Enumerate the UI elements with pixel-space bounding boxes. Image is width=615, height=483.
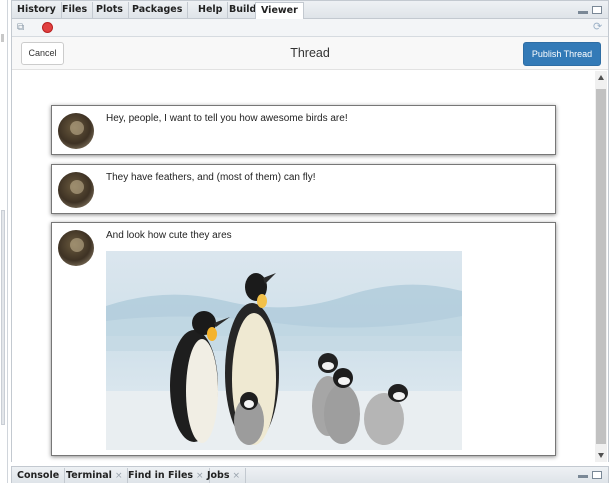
viewer-pane: History Files Plots Packages Help Build …: [11, 0, 609, 462]
maximize-icon[interactable]: [592, 471, 602, 479]
tab-history[interactable]: History: [12, 2, 62, 19]
console-tabbar: Console Terminal × Find in Files × Jobs ×: [11, 466, 609, 483]
scroll-up-icon[interactable]: [598, 75, 604, 80]
post-text[interactable]: Hey, people, I want to tell you how awes…: [106, 113, 348, 124]
tab-label: Terminal: [66, 470, 112, 481]
left-pane-marker: [1, 34, 4, 42]
tab-label: Jobs: [207, 470, 230, 481]
avatar: [58, 113, 94, 149]
tab-label: Console: [17, 470, 60, 481]
maximize-icon[interactable]: [592, 6, 602, 14]
left-pane-scrollbar[interactable]: [1, 210, 5, 425]
page-title: Thread: [290, 46, 330, 60]
tab-packages[interactable]: Packages: [127, 2, 189, 19]
viewer-scrollbar[interactable]: [595, 71, 607, 462]
tab-console[interactable]: Console: [12, 468, 66, 483]
minimize-icon[interactable]: [578, 475, 588, 478]
tab-viewer[interactable]: Viewer: [255, 2, 304, 20]
popout-icon[interactable]: ⧉: [17, 23, 28, 33]
post-card: Hey, people, I want to tell you how awes…: [51, 105, 556, 155]
avatar: [58, 230, 94, 266]
post-text[interactable]: They have feathers, and (most of them) c…: [106, 172, 316, 183]
publish-thread-button[interactable]: Publish Thread: [523, 42, 601, 66]
close-icon[interactable]: ×: [233, 471, 241, 481]
tab-label: Find in Files: [128, 470, 194, 481]
post-card: And look how cute they ares: [51, 222, 556, 456]
penguin-photo: [106, 251, 462, 450]
minimize-icon[interactable]: [578, 11, 588, 14]
thread-header: Cancel Thread Publish Thread: [12, 37, 608, 70]
tab-files[interactable]: Files: [57, 2, 94, 19]
pane-tabbar: History Files Plots Packages Help Build …: [12, 1, 608, 20]
scrollbar-thumb[interactable]: [596, 89, 606, 444]
close-icon[interactable]: ×: [115, 471, 123, 481]
tab-jobs[interactable]: Jobs ×: [202, 468, 247, 483]
tab-terminal[interactable]: Terminal ×: [61, 468, 129, 483]
avatar: [58, 172, 94, 208]
viewer-toolbar: ⧉ ⟳: [12, 19, 608, 37]
tab-find-in-files[interactable]: Find in Files ×: [123, 468, 210, 483]
viewer-content: Cancel Thread Publish Thread Hey, people…: [12, 37, 608, 462]
tab-plots[interactable]: Plots: [91, 2, 129, 19]
refresh-icon[interactable]: ⟳: [593, 21, 605, 33]
stop-icon[interactable]: [42, 22, 53, 33]
post-text[interactable]: And look how cute they ares: [106, 230, 232, 241]
scroll-down-icon[interactable]: [598, 453, 604, 458]
left-pane-edge: [0, 0, 8, 483]
post-card: They have feathers, and (most of them) c…: [51, 164, 556, 214]
